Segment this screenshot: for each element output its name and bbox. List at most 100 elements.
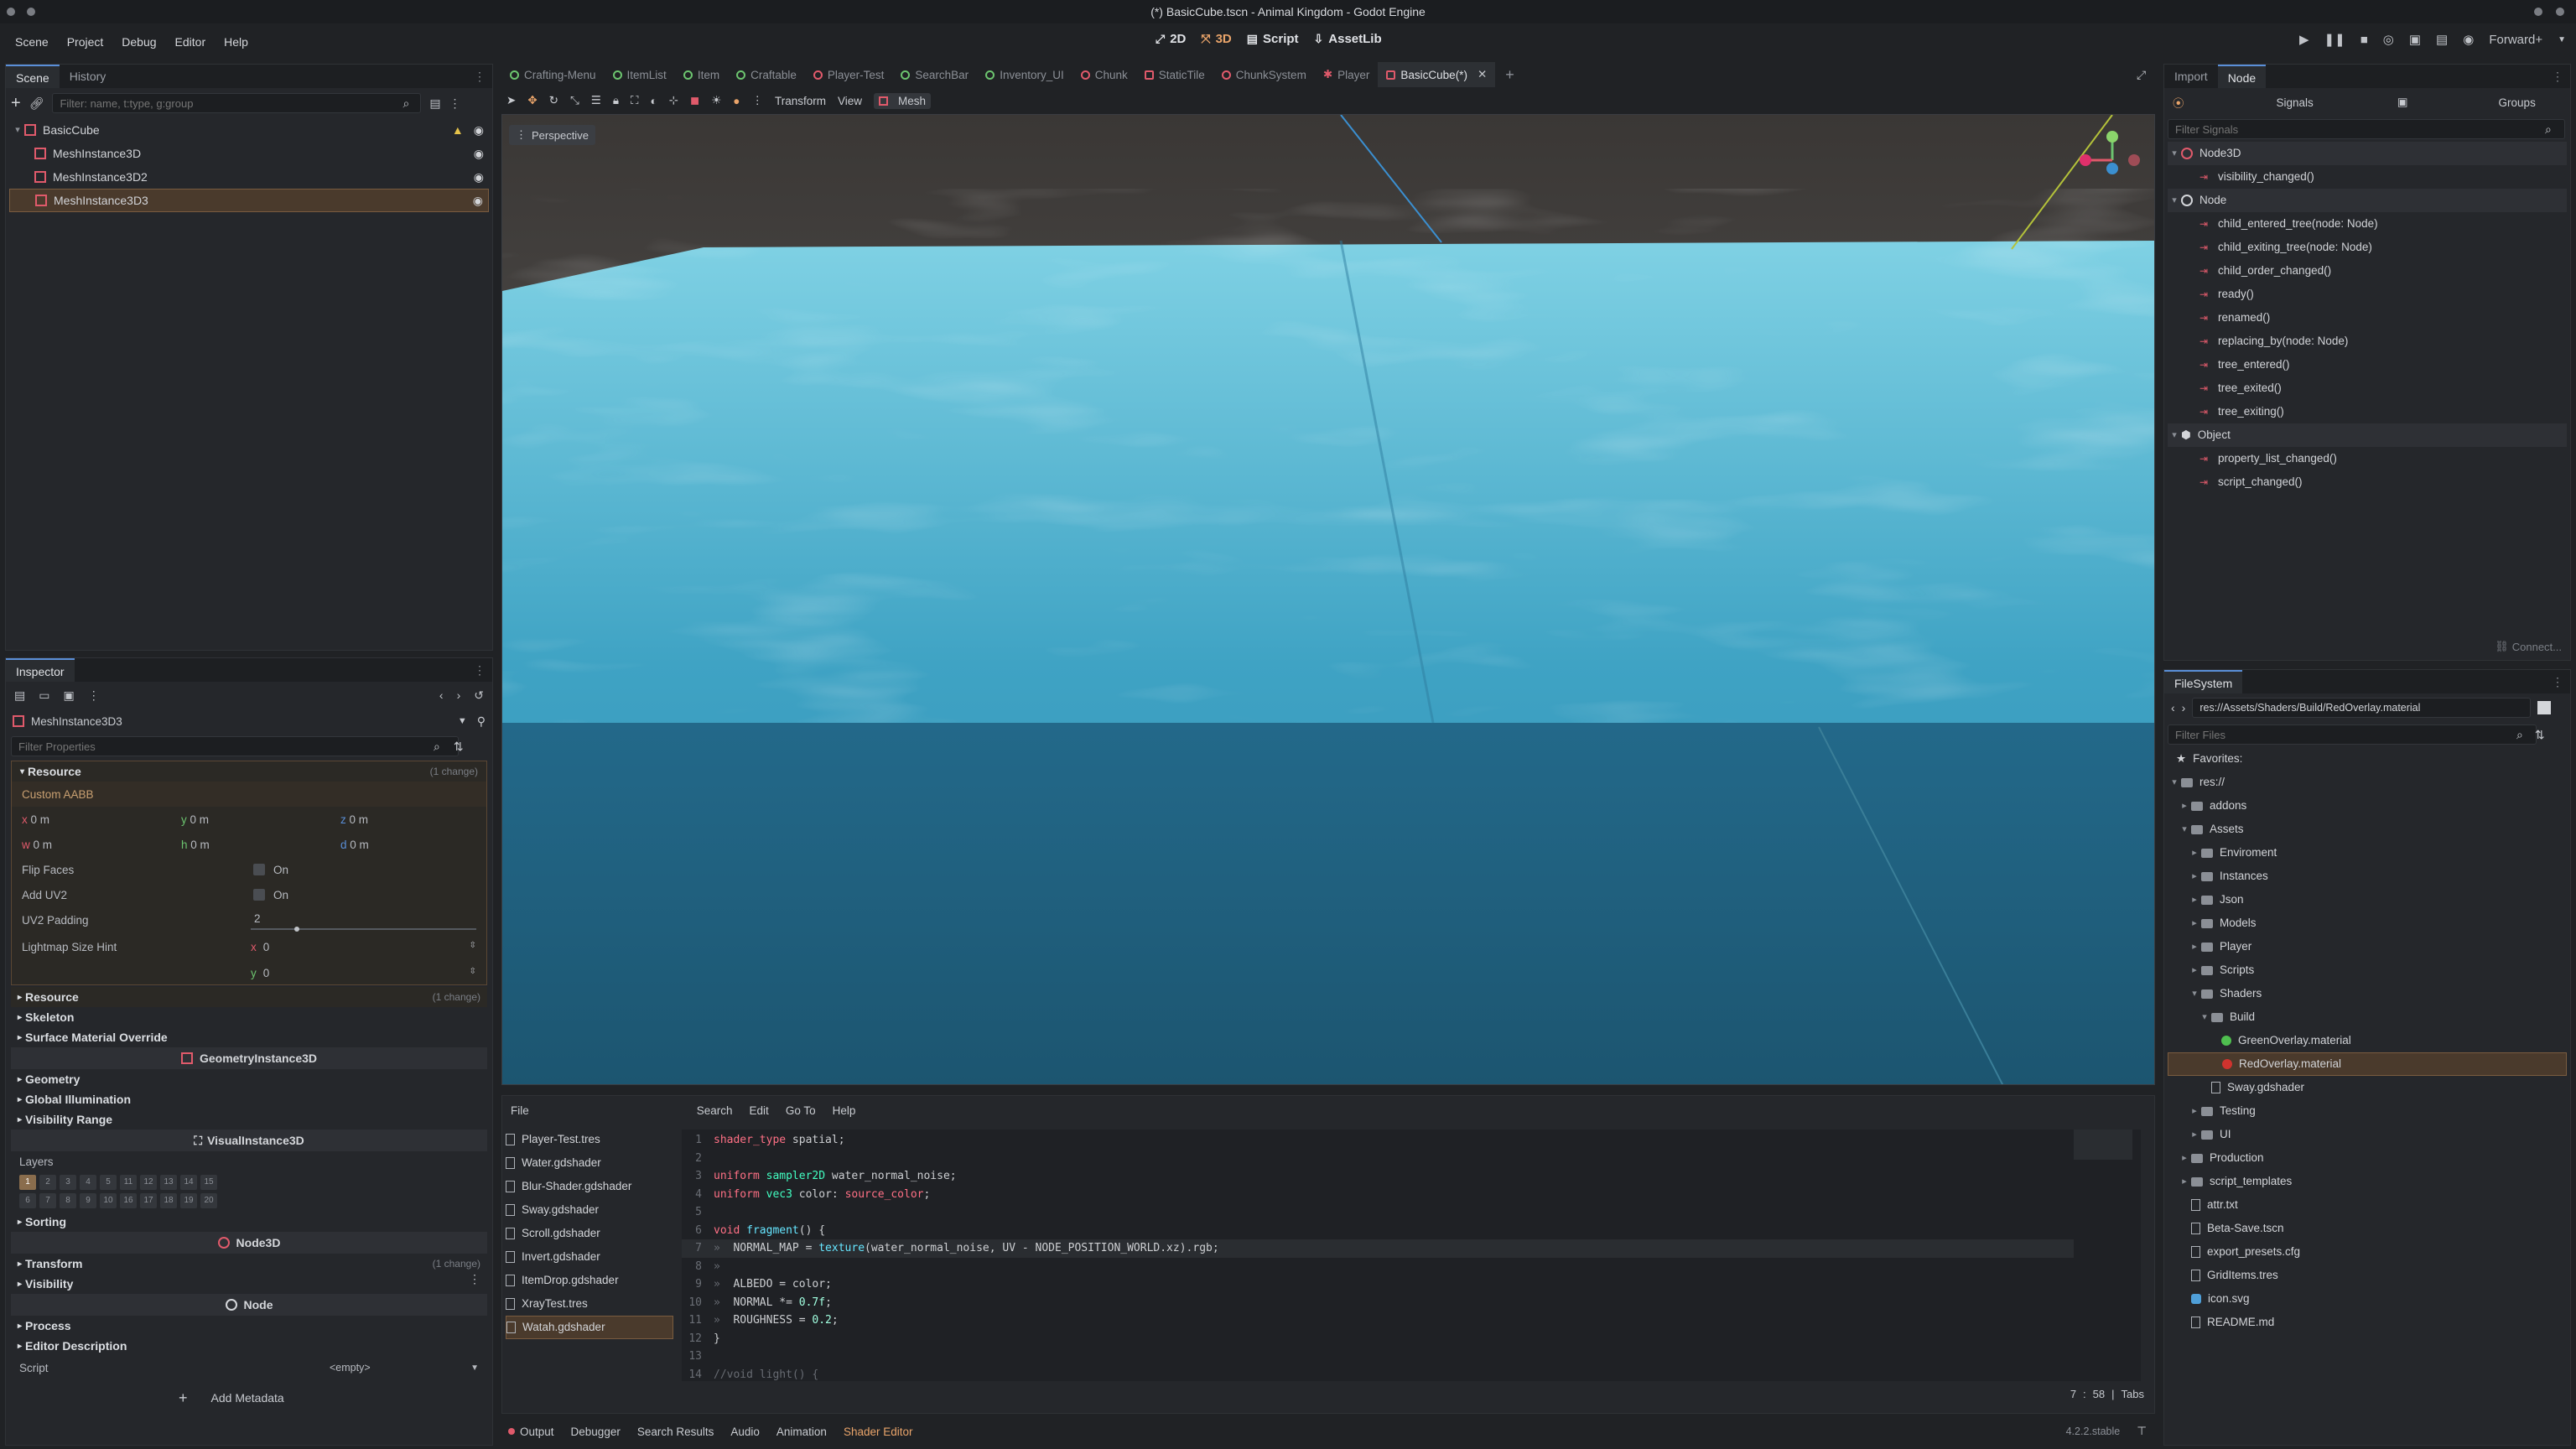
panel-toggle-icon[interactable]: ⊤ bbox=[2137, 1425, 2147, 1438]
select-tool-icon[interactable]: ➤ bbox=[506, 94, 516, 107]
resource-section[interactable]: ▾ Resource (1 change) bbox=[12, 761, 486, 782]
layer-2[interactable]: 2 bbox=[39, 1175, 56, 1190]
scene-tab[interactable]: Inventory_UI bbox=[977, 62, 1072, 87]
menu-edit[interactable]: Edit bbox=[750, 1104, 769, 1117]
layer-18[interactable]: 18 bbox=[160, 1193, 177, 1208]
stop-icon[interactable]: ■ bbox=[2360, 33, 2368, 47]
layer-1[interactable]: 1 bbox=[19, 1175, 36, 1190]
visibility-eye-icon[interactable]: ◉ bbox=[474, 118, 484, 142]
flip-faces-checkbox[interactable] bbox=[253, 864, 265, 875]
signal-item[interactable]: ⇥ renamed() bbox=[2168, 306, 2567, 330]
renderer-select[interactable]: Forward+ bbox=[2489, 33, 2542, 47]
layer-8[interactable]: 8 bbox=[60, 1193, 76, 1208]
add-metadata-button[interactable]: + Add Metadata bbox=[179, 1383, 487, 1413]
fs-item[interactable]: GreenOverlay.material bbox=[2168, 1029, 2567, 1052]
fs-item[interactable]: ▾ Assets bbox=[2168, 818, 2567, 841]
sun-icon[interactable]: ☀ bbox=[711, 94, 721, 107]
fs-item[interactable]: attr.txt bbox=[2168, 1193, 2567, 1217]
chevron-down-icon[interactable]: ▾ bbox=[11, 118, 24, 142]
warning-icon[interactable]: ▲ bbox=[452, 118, 464, 142]
view-menu[interactable]: View bbox=[838, 95, 862, 107]
visibility-range-section[interactable]: ▸ Visibility Range bbox=[11, 1109, 487, 1130]
layer-20[interactable]: 20 bbox=[200, 1193, 217, 1208]
play-scene-icon[interactable]: ▣ bbox=[2409, 32, 2421, 47]
scene-tab[interactable]: ChunkSystem bbox=[1213, 62, 1315, 87]
scene-tab[interactable]: ItemList bbox=[605, 62, 675, 87]
more-icon[interactable]: ⋮ bbox=[751, 94, 763, 107]
visibility-eye-icon[interactable]: ◉ bbox=[474, 165, 484, 189]
window-controls-right[interactable] bbox=[2534, 8, 2564, 16]
signal-class-node[interactable]: ▾ Node bbox=[2168, 189, 2567, 212]
menu-dots-icon[interactable]: ⋮ bbox=[2552, 675, 2563, 689]
skeleton-section[interactable]: ▸ Skeleton bbox=[11, 1007, 487, 1027]
signal-item[interactable]: ⇥ child_order_changed() bbox=[2168, 259, 2567, 283]
layer-15[interactable]: 15 bbox=[200, 1175, 217, 1190]
aabb-w[interactable]: w 0 m bbox=[22, 839, 181, 851]
fs-item[interactable]: ▸ Models bbox=[2168, 911, 2567, 935]
layer-12[interactable]: 12 bbox=[140, 1175, 157, 1190]
signal-item[interactable]: ⇥ script_changed() bbox=[2168, 470, 2567, 494]
tab-shader-editor[interactable]: Shader Editor bbox=[844, 1426, 913, 1438]
fs-item[interactable]: ▸ Enviroment bbox=[2168, 841, 2567, 865]
signal-item[interactable]: ⇥ tree_exiting() bbox=[2168, 400, 2567, 423]
sort-icon[interactable]: ⇅ bbox=[454, 740, 464, 754]
scene-tab-active[interactable]: BasicCube(*) ✕ bbox=[1378, 62, 1496, 87]
fs-item[interactable]: ▸ script_templates bbox=[2168, 1170, 2567, 1193]
add-tab-icon[interactable]: + bbox=[1505, 66, 1514, 84]
signal-item[interactable]: ⇥ property_list_changed() bbox=[2168, 447, 2567, 470]
menu-search[interactable]: Search bbox=[697, 1104, 733, 1117]
move-tool-icon[interactable]: ✥ bbox=[527, 94, 537, 107]
local-space-icon[interactable]: ◐ bbox=[651, 95, 657, 107]
menu-help[interactable]: Help bbox=[221, 32, 252, 52]
visibility-section[interactable]: ▸ Visibility bbox=[11, 1274, 487, 1294]
save-icon[interactable]: ▣ bbox=[63, 688, 74, 703]
layer-10[interactable]: 10 bbox=[100, 1193, 117, 1208]
scene-tab[interactable]: Player-Test bbox=[805, 62, 893, 87]
forward-icon[interactable]: › bbox=[2182, 701, 2186, 714]
tab-history[interactable]: History bbox=[60, 65, 117, 88]
new-resource-icon[interactable]: ▤ bbox=[14, 688, 25, 703]
fs-item[interactable]: ▸ UI bbox=[2168, 1123, 2567, 1146]
tree-item-meshinstance3d3[interactable]: MeshInstance3D3 ◉ bbox=[9, 189, 489, 212]
tree-item-meshinstance3d2[interactable]: MeshInstance3D2 ◉ bbox=[9, 165, 489, 189]
fs-item[interactable]: ▸ addons bbox=[2168, 794, 2567, 818]
layer-17[interactable]: 17 bbox=[140, 1193, 157, 1208]
close-icon[interactable]: ✕ bbox=[1478, 68, 1487, 81]
pin-icon[interactable]: ⚲ bbox=[477, 714, 486, 729]
sort-icon[interactable]: ⇅ bbox=[2535, 728, 2545, 742]
more-icon[interactable]: ⋮ bbox=[88, 688, 100, 703]
lightmap-y[interactable]: y 0 ⇳ bbox=[251, 967, 476, 979]
rotate-tool-icon[interactable]: ↻ bbox=[549, 94, 558, 107]
indent-mode[interactable]: Tabs bbox=[2122, 1388, 2144, 1400]
groups-icon[interactable]: ▣ bbox=[2397, 96, 2408, 109]
tab-animation[interactable]: Animation bbox=[776, 1426, 827, 1438]
signal-class-node3d[interactable]: ▾ Node3D bbox=[2168, 142, 2567, 165]
tab-output[interactable]: Output bbox=[508, 1426, 554, 1438]
fs-item[interactable]: ▸ Scripts bbox=[2168, 958, 2567, 982]
surface-material-section[interactable]: ▸ Surface Material Override bbox=[11, 1027, 487, 1047]
gi-section[interactable]: ▸ Global Illumination bbox=[11, 1089, 487, 1109]
inspector-object-name[interactable]: MeshInstance3D3 bbox=[31, 715, 122, 728]
aabb-y[interactable]: y 0 m bbox=[181, 813, 340, 826]
snap-icon[interactable]: ⊹ bbox=[669, 94, 678, 107]
signal-item[interactable]: ⇥ ready() bbox=[2168, 283, 2567, 306]
shader-file[interactable]: Water.gdshader bbox=[506, 1151, 673, 1175]
open-folder-icon[interactable]: ▭ bbox=[39, 688, 49, 703]
shader-file-active[interactable]: Watah.gdshader bbox=[506, 1316, 673, 1339]
group-icon[interactable]: ⛶ bbox=[631, 94, 638, 107]
menu-dots-icon[interactable]: ⋮ bbox=[2552, 70, 2563, 84]
fs-item[interactable]: export_presets.cfg bbox=[2168, 1240, 2567, 1264]
scene-tab[interactable]: Crafting-Menu bbox=[501, 62, 605, 87]
lightmap-x[interactable]: x 0 ⇳ bbox=[251, 941, 476, 953]
menu-file[interactable]: File bbox=[511, 1104, 529, 1117]
transform-section[interactable]: ▸ Transform (1 change) bbox=[11, 1254, 487, 1274]
chevron-down-icon[interactable]: ▼ bbox=[458, 716, 467, 726]
scene-tab[interactable]: Craftable bbox=[728, 62, 805, 87]
groups-button[interactable]: Groups bbox=[2499, 96, 2536, 109]
layers-menu-icon[interactable]: ⋮ bbox=[469, 1272, 480, 1286]
movie-icon[interactable]: ◉ bbox=[2463, 32, 2474, 47]
fs-item[interactable]: icon.svg bbox=[2168, 1287, 2567, 1311]
sorting-section[interactable]: ▸ Sorting bbox=[11, 1212, 487, 1232]
aabb-d[interactable]: d 0 m bbox=[340, 839, 369, 851]
shader-file[interactable]: Invert.gdshader bbox=[506, 1245, 673, 1269]
